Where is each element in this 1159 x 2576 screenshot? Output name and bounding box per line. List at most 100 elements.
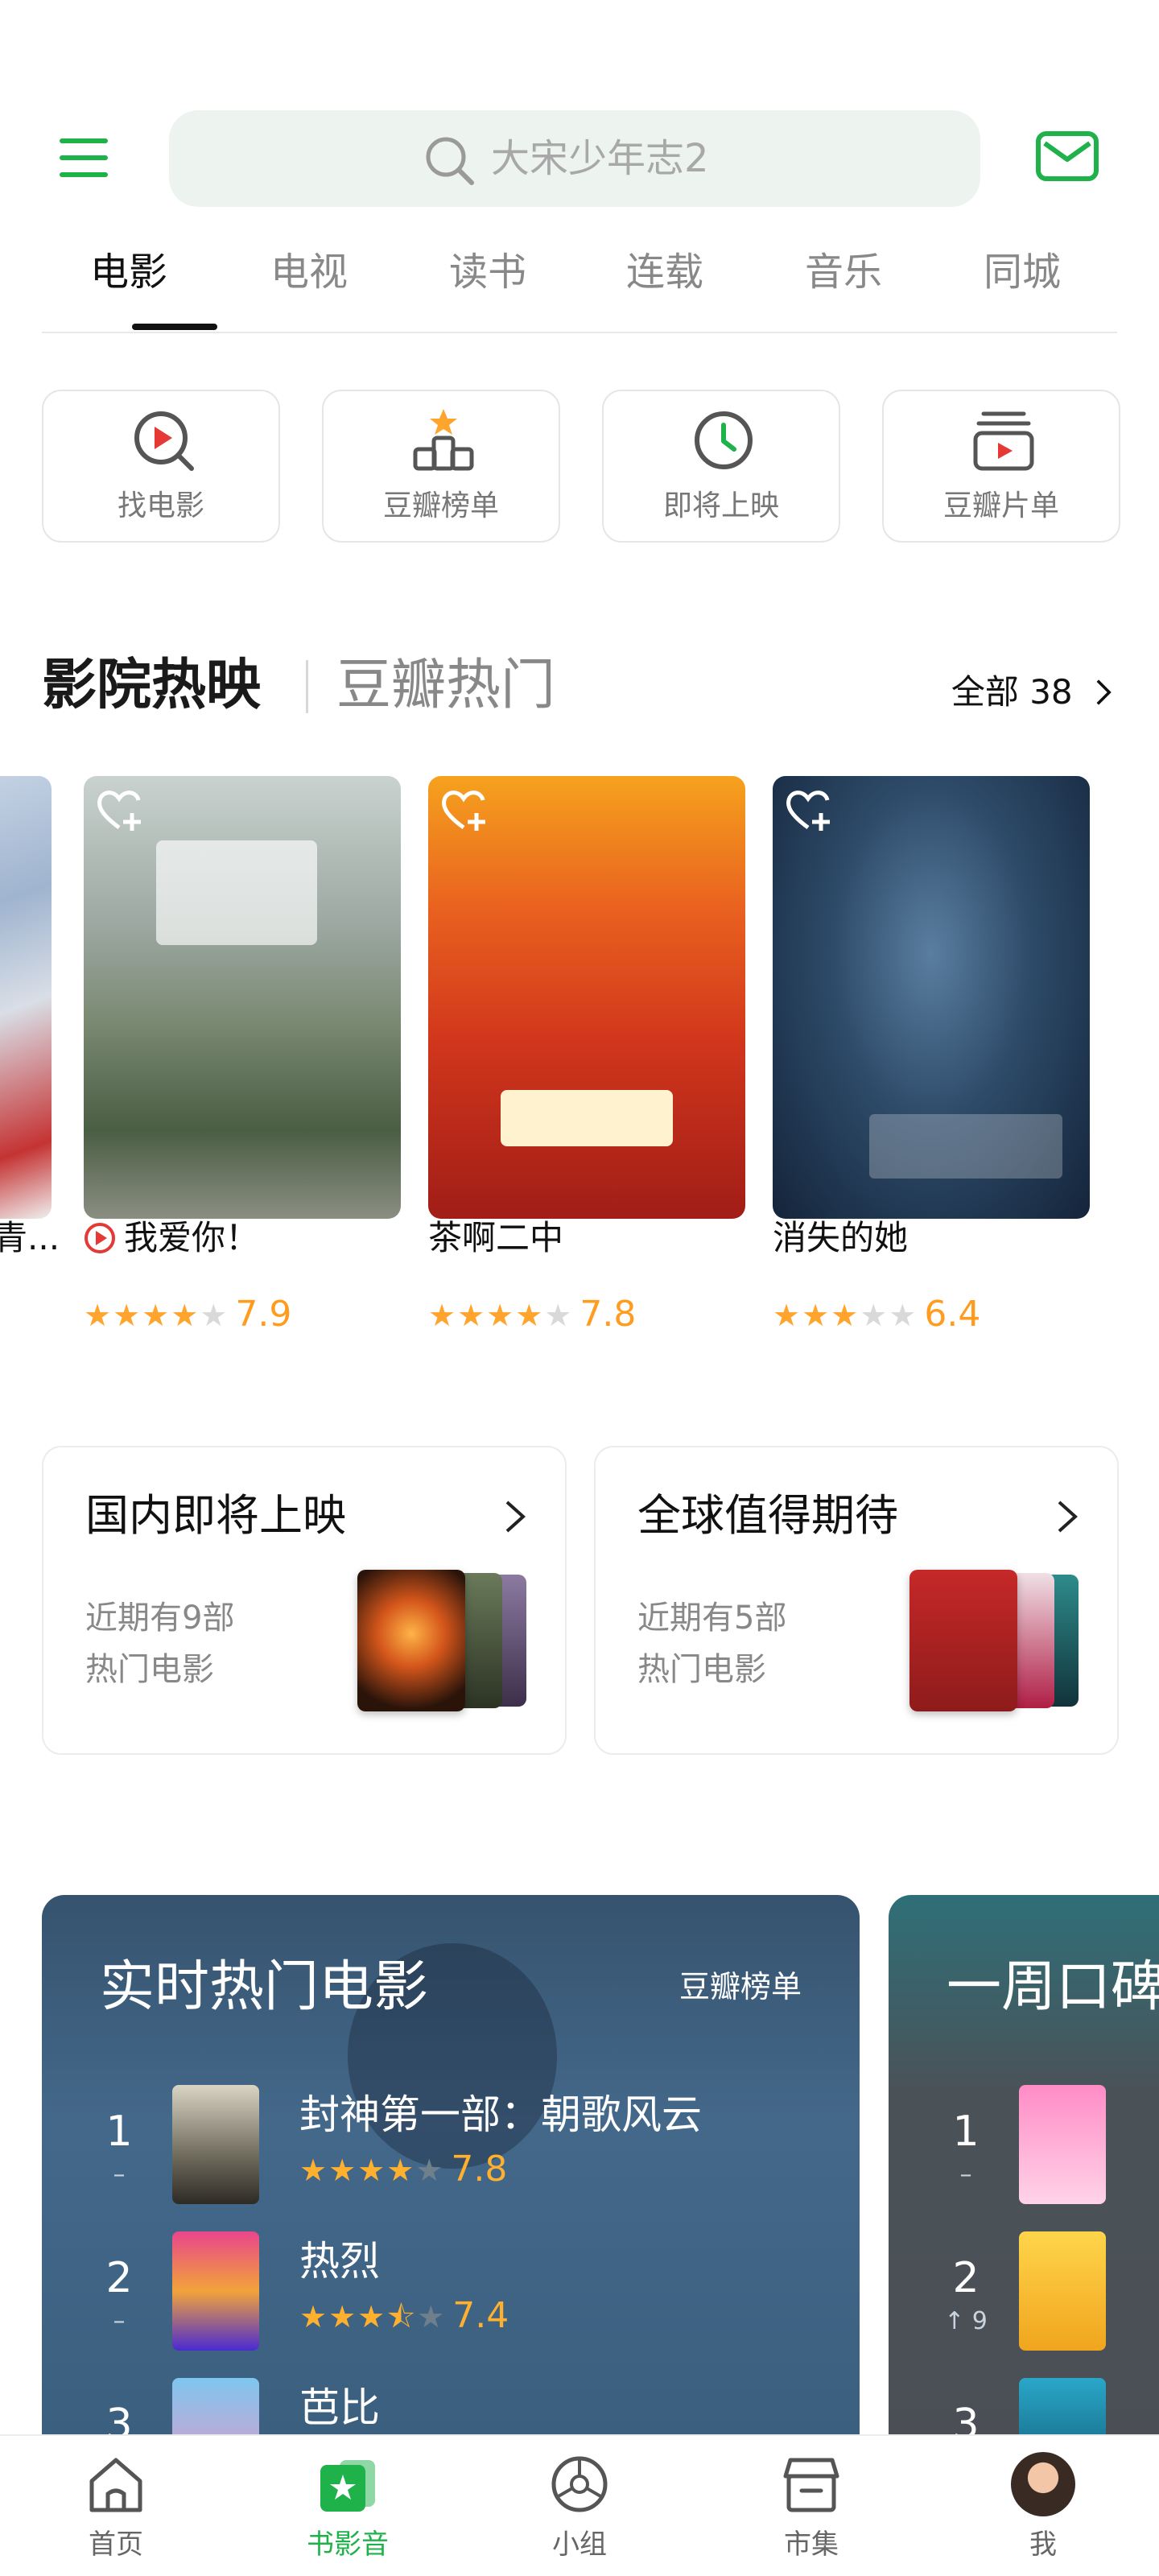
rank-number: 1 [105,2107,133,2156]
rank-rating: ★★★★★ 7.8 [299,2149,507,2190]
global-anticipated-card[interactable]: 全球值得期待 近期有5部 热门电影 [594,1446,1119,1755]
quick-film-list[interactable]: 豆瓣片单 [882,390,1120,543]
nav-me[interactable]: 我 [927,2436,1159,2576]
avatar-icon [1011,2452,1075,2516]
star-rating-icon: ★★★★★ [773,1298,918,1333]
movie-title[interactable]: 消失的她 [773,1214,908,1262]
star-rating-icon: ★★★⯪★ [299,2299,447,2334]
rank-change: – [959,2161,972,2189]
nav-label: 书影音 [307,2529,389,2561]
nav-market[interactable]: 市集 [695,2436,927,2576]
nav-label: 首页 [89,2529,143,2561]
favorite-add-icon[interactable] [95,786,148,834]
rank-rating: ★★★⯪★ 7.4 [299,2296,509,2337]
rating-value: 7.4 [452,2295,509,2336]
realtime-hot-movies-panel[interactable]: 实时热门电影 豆瓣榜单 1 – 封神第一部：朝歌风云 ★★★★★ 7.8 2 – … [42,1895,860,2458]
rating-value: 6.4 [924,1294,981,1335]
star-rating-icon: ★★★★★ [428,1298,574,1333]
nav-label: 我 [1029,2529,1057,2561]
rank-row[interactable]: 1 – [889,2085,1159,2222]
tab-books[interactable]: 读书 [449,248,526,296]
menu-icon[interactable] [56,135,113,180]
rank-title: 封神第一部：朝歌风云 [299,2091,702,2138]
movie-rating: ★★★★★ 6.4 [773,1294,980,1335]
rank-row[interactable]: 2 – 热烈 ★★★⯪★ 7.4 [42,2231,860,2368]
card-desc-line: 近期有5部 [637,1600,787,1637]
weekly-praise-panel[interactable]: 一周口碑 1 – 2 ↑ 9 3 [889,1895,1159,2458]
poster-stack [909,1570,1087,1711]
mail-icon[interactable] [1035,129,1099,185]
rank-change: – [113,2307,126,2335]
category-tabs: 电影 电视 读书 连载 音乐 同城 [42,242,1117,333]
movie-title-partial[interactable]: 青... [0,1214,60,1262]
group-ball-icon [551,2456,608,2512]
card-desc-line: 近期有9部 [85,1600,235,1637]
tab-tv[interactable]: 电视 [270,248,348,296]
movie-poster[interactable] [84,776,401,1219]
rank-row[interactable]: 2 ↑ 9 [889,2231,1159,2368]
card-desc-line: 热门电影 [85,1651,214,1688]
card-title: 全球值得期待 [637,1490,898,1541]
movie-poster[interactable] [428,776,745,1219]
clock-icon [695,411,753,469]
rank-poster [172,2085,259,2204]
rank-number: 2 [105,2254,133,2302]
nav-label: 市集 [784,2529,839,2561]
quick-douban-chart[interactable]: 豆瓣榜单 [322,390,560,543]
search-input[interactable]: 大宋少年志2 [169,110,980,207]
search-icon [426,137,474,185]
star-rating-icon: ★★★★★ [299,2153,445,2188]
rank-poster [1019,2085,1106,2204]
favorite-add-icon[interactable] [784,786,837,834]
quick-label: 找电影 [117,489,204,522]
movie-title-text: 我爱你！ [124,1218,260,1257]
play-search-icon [134,411,194,471]
card-desc-line: 热门电影 [637,1651,766,1688]
now-playing-icon [85,1223,115,1253]
quick-label: 豆瓣榜单 [382,489,499,522]
nav-home[interactable]: 首页 [0,2436,232,2576]
rating-value: 7.8 [451,2149,508,2190]
quick-coming-soon[interactable]: 即将上映 [602,390,840,543]
chevron-right-icon [1096,679,1112,705]
tab-movie[interactable]: 电影 [90,248,167,296]
top-bar: 大宋少年志2 [0,106,1159,208]
rank-change: – [113,2161,126,2189]
rank-number: 2 [952,2254,980,2302]
rank-poster [1019,2231,1106,2351]
rank-row[interactable]: 1 – 封神第一部：朝歌风云 ★★★★★ 7.8 [42,2085,860,2222]
star-ticket-icon [320,2460,375,2512]
card-description: 近期有5部 热门电影 [637,1592,895,1695]
rating-value: 7.9 [235,1294,292,1335]
tab-serial[interactable]: 连载 [626,248,703,296]
tab-local[interactable]: 同城 [984,248,1061,296]
section-title-douban-hot[interactable]: 豆瓣热门 [336,654,555,718]
bottom-nav: 首页 书影音 小组 市集 我 [0,2434,1159,2576]
domestic-upcoming-card[interactable]: 国内即将上映 近期有9部 热门电影 [42,1446,567,1755]
rank-title: 芭比 [299,2384,380,2431]
movie-title[interactable]: 茶啊二中 [428,1214,563,1262]
douban-chart-link[interactable]: 豆瓣榜单 [679,1964,802,2009]
rank-poster [172,2231,259,2351]
favorite-add-icon[interactable] [439,786,493,834]
quick-label: 即将上映 [662,489,779,522]
rating-value: 7.8 [580,1294,637,1335]
quick-find-movie[interactable]: 找电影 [42,390,280,543]
rank-change: ↑ 9 [944,2307,988,2335]
nav-media[interactable]: 书影音 [232,2436,464,2576]
movie-poster-partial[interactable] [0,776,52,1219]
poster-stack [357,1570,534,1711]
section-title-now-showing[interactable]: 影院热映 [42,654,261,718]
nav-groups[interactable]: 小组 [464,2436,695,2576]
rank-title: 热烈 [299,2238,380,2285]
film-list-icon [973,411,1034,471]
home-icon [89,2458,142,2512]
chevron-right-icon [505,1501,526,1533]
movie-title[interactable]: 我爱你！ [84,1214,259,1262]
title-divider [306,660,308,713]
see-all-label: 全部 [951,672,1019,712]
movie-poster[interactable] [773,776,1090,1219]
see-all-link[interactable]: 全部 38 [951,668,1112,716]
tab-music[interactable]: 音乐 [805,248,882,296]
movie-rating: ★★★★★ 7.8 [428,1294,636,1335]
